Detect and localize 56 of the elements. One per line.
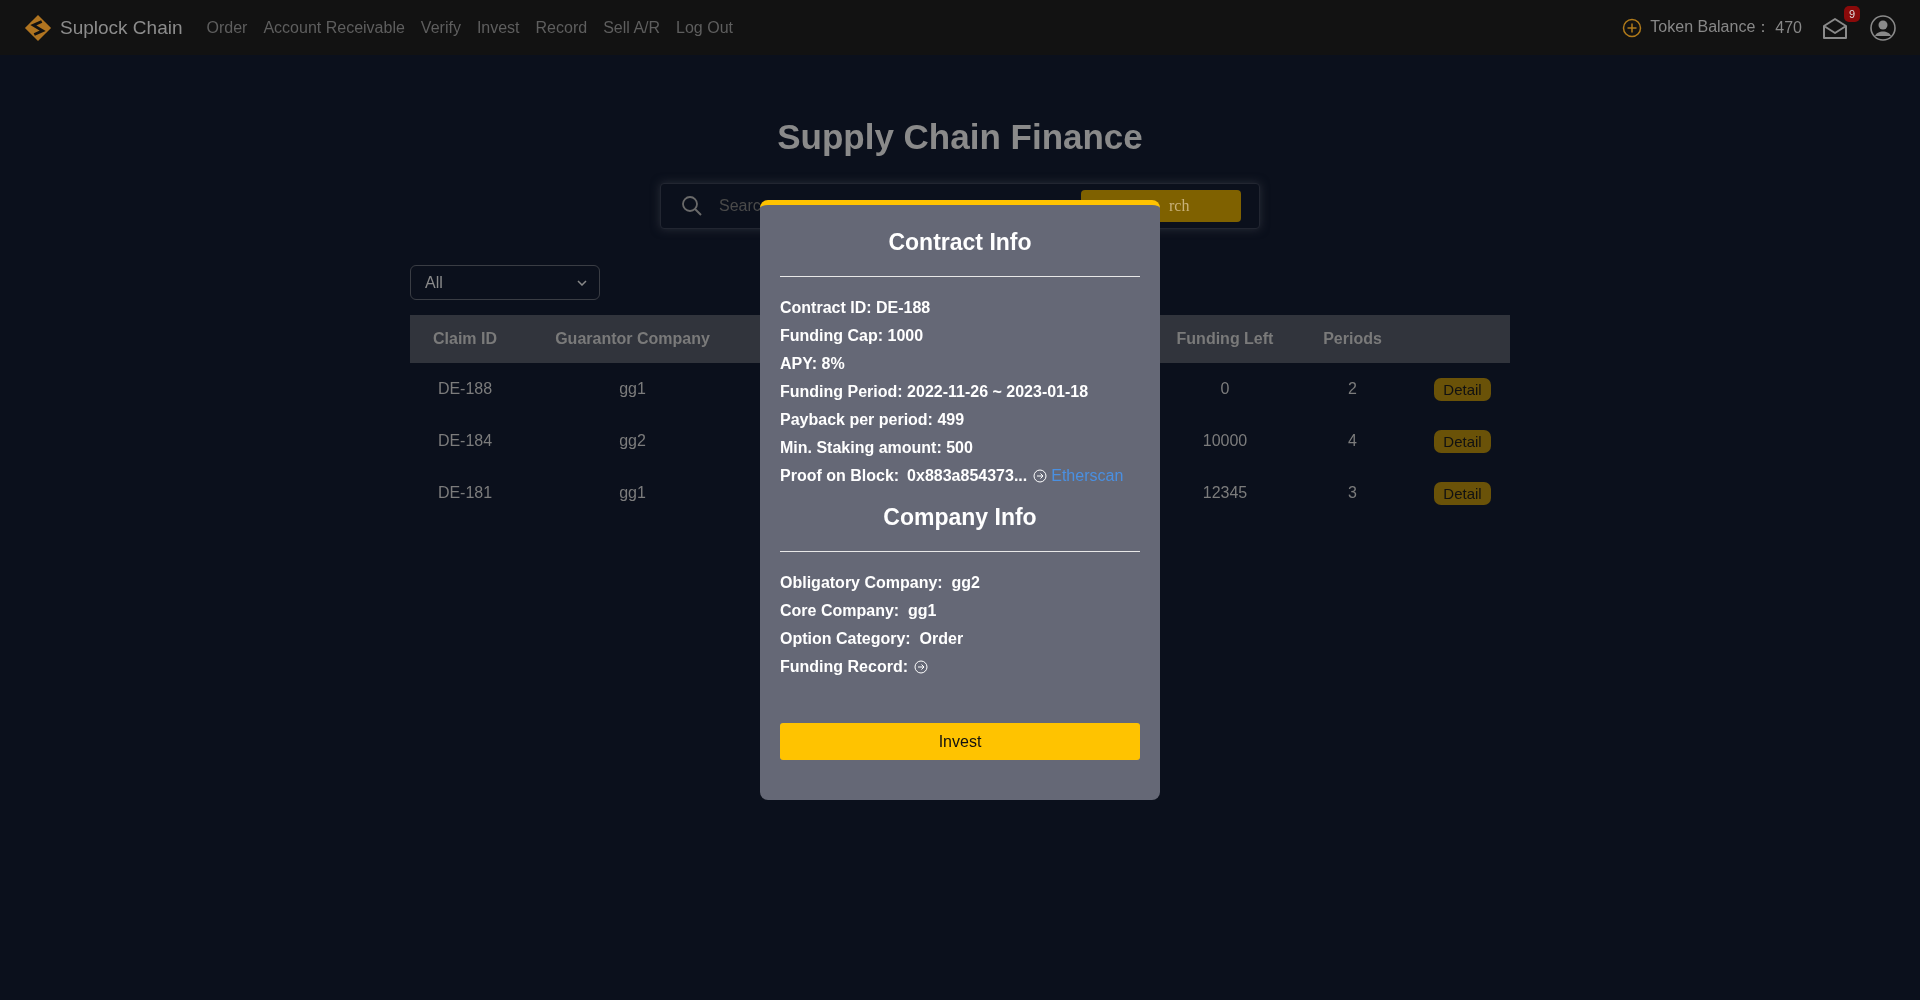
nav-link[interactable]: Record: [535, 18, 588, 37]
table-cell-text: 12345: [1201, 484, 1249, 502]
info-line: APY: 8%: [780, 354, 846, 374]
table-cell-text: 0: [1219, 380, 1231, 398]
brand-name[interactable]: Suplock Chain: [60, 16, 183, 39]
table-cell-text: DE-181: [436, 484, 494, 502]
detail-button[interactable]: Detail: [1434, 429, 1491, 453]
table-cell-text: gg1: [618, 484, 647, 502]
nav-link[interactable]: Sell A/R: [603, 18, 661, 37]
info-line: Min. Staking amount: 500: [780, 438, 974, 458]
column-header: Claim ID: [432, 330, 498, 348]
mail-icon[interactable]: [1822, 15, 1848, 40]
logo-icon[interactable]: [24, 13, 52, 42]
table-cell-text: 4: [1347, 432, 1358, 450]
page-title: Supply Chain Finance: [777, 117, 1143, 157]
invest-button[interactable]: Invest: [780, 723, 1140, 760]
info-line: Payback per period: 499: [780, 410, 966, 430]
info-line: Obligatory Company: gg2: [780, 573, 981, 593]
user-avatar-icon[interactable]: [1870, 14, 1896, 41]
section-title: Company Info: [882, 504, 1038, 531]
column-header: Periods: [1322, 330, 1383, 348]
table-cell-text: DE-184: [436, 432, 494, 450]
arrow-circle-icon[interactable]: [914, 660, 928, 674]
nav-link[interactable]: Verify: [420, 18, 461, 37]
nav-link[interactable]: Order: [206, 18, 248, 37]
block-hash: 0x883a854373...: [907, 467, 1028, 485]
info-line: Funding Period: 2022-11-26 ~ 2023-01-18: [780, 382, 1090, 402]
token-balance-label: Token Balance：: [1650, 17, 1772, 37]
table-cell-text: 10000: [1201, 432, 1249, 450]
token-balance-value: 470: [1775, 18, 1802, 37]
notification-badge: 9: [1843, 5, 1860, 22]
etherscan-link[interactable]: Etherscan: [1051, 467, 1124, 485]
column-header: Guarantor Company: [554, 330, 711, 348]
nav-link[interactable]: Invest: [476, 18, 520, 37]
table-cell-text: DE-188: [436, 380, 494, 398]
column-header: Funding Left: [1175, 330, 1275, 348]
info-label: Proof on Block:: [780, 467, 900, 485]
info-label: Funding Record:: [780, 658, 908, 676]
search-icon: [681, 195, 703, 217]
table-cell-text: gg2: [618, 432, 647, 450]
info-line: Core Company: gg1: [780, 601, 938, 621]
plus-circle-icon[interactable]: [1622, 17, 1643, 38]
filter-dropdown[interactable]: All: [410, 265, 600, 300]
chevron-down-icon: [577, 279, 587, 286]
table-cell-text: 2: [1347, 380, 1358, 398]
info-line: Funding Cap: 1000: [780, 326, 925, 346]
nav-link[interactable]: Account Receivable: [263, 18, 405, 37]
table-cell-text: 3: [1347, 484, 1358, 502]
detail-button[interactable]: Detail: [1434, 481, 1491, 505]
nav-link[interactable]: Log Out: [676, 18, 733, 37]
arrow-circle-icon[interactable]: [1033, 469, 1048, 483]
modal-title: Contract Info: [887, 229, 1033, 256]
detail-button[interactable]: Detail: [1434, 377, 1491, 401]
info-line: Option Category: Order: [780, 629, 965, 649]
table-cell-text: gg1: [618, 380, 647, 398]
info-line: Contract ID: DE-188: [780, 298, 932, 318]
